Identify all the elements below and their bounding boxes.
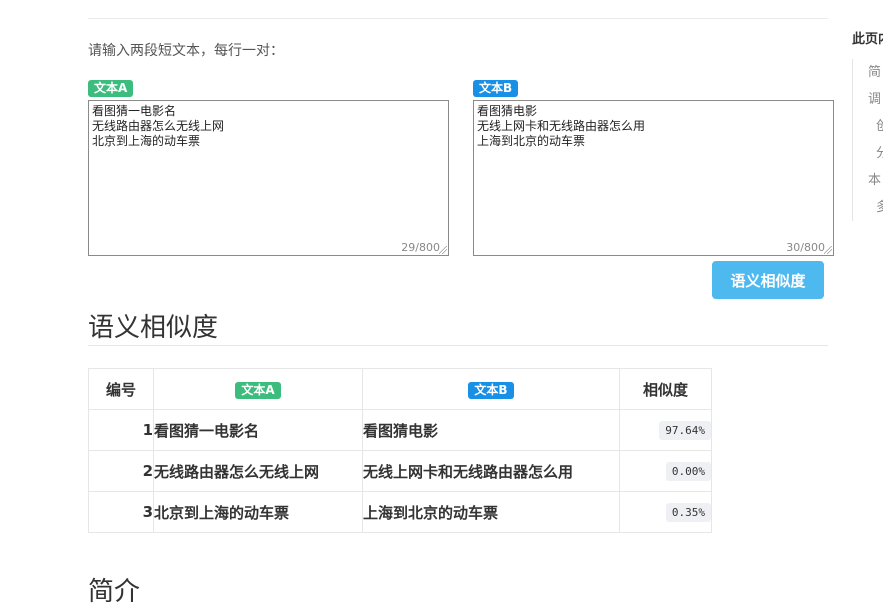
- toc-title: 此页内: [852, 32, 883, 47]
- toc-item[interactable]: 本: [853, 167, 883, 194]
- toc-item[interactable]: 简: [853, 59, 883, 86]
- top-divider: [88, 18, 828, 19]
- row-text-b: 无线上网卡和无线路由器怎么用: [362, 450, 620, 492]
- toc-item[interactable]: 调: [853, 86, 883, 113]
- table-row: 2 无线路由器怎么无线上网 无线上网卡和无线路由器怎么用 0.00%: [88, 450, 712, 492]
- row-id: 1: [88, 409, 154, 451]
- results-table: 编号 文本A 文本B 相似度 1 看图猜一电影名 看图猜电影 97.64% 2 …: [88, 368, 712, 533]
- text-a-label: 文本A: [88, 80, 134, 97]
- results-divider: [88, 345, 828, 346]
- toc-item[interactable]: 分: [853, 140, 883, 167]
- row-text-a: 北京到上海的动车票: [153, 491, 363, 533]
- header-text-b-tag: 文本B: [468, 381, 514, 399]
- row-text-b: 上海到北京的动车票: [362, 491, 620, 533]
- row-id: 2: [88, 450, 154, 492]
- header-id: 编号: [88, 368, 154, 410]
- score-badge: 0.35%: [665, 503, 711, 522]
- results-title: 语义相似度: [88, 313, 219, 343]
- header-text-b: 文本B: [362, 368, 620, 410]
- header-similarity: 相似度: [619, 368, 712, 410]
- row-id: 3: [88, 491, 154, 533]
- text-a-input[interactable]: 看图猜一电影名 无线路由器怎么无线上网 北京到上海的动车票: [89, 101, 448, 255]
- table-row: 1 看图猜一电影名 看图猜电影 97.64%: [88, 409, 712, 451]
- table-row: 3 北京到上海的动车票 上海到北京的动车票 0.35%: [88, 491, 712, 533]
- row-score-cell: 0.00%: [619, 450, 712, 492]
- row-score-cell: 0.35%: [619, 491, 712, 533]
- resize-handle-icon[interactable]: [439, 246, 447, 254]
- page-toc: 此页内 简 调 创 分 本 多: [852, 28, 883, 221]
- intro-section-title: 简介: [88, 577, 141, 607]
- text-b-label: 文本B: [473, 80, 519, 97]
- instruction-text: 请输入两段短文本，每行一对：: [88, 43, 284, 59]
- toc-item[interactable]: 多: [853, 194, 883, 221]
- toc-item[interactable]: 创: [853, 113, 883, 140]
- table-header-row: 编号 文本A 文本B 相似度: [88, 368, 712, 410]
- header-text-a-tag: 文本A: [235, 381, 281, 399]
- header-text-a: 文本A: [153, 368, 363, 410]
- text-a-field-wrapper: 看图猜一电影名 无线路由器怎么无线上网 北京到上海的动车票 29/800: [88, 100, 449, 256]
- row-text-a: 看图猜一电影名: [153, 409, 363, 451]
- text-b-field-wrapper: 看图猜电影 无线上网卡和无线路由器怎么用 上海到北京的动车票 30/800: [473, 100, 834, 256]
- text-b-input[interactable]: 看图猜电影 无线上网卡和无线路由器怎么用 上海到北京的动车票: [474, 101, 833, 255]
- score-badge: 0.00%: [665, 462, 711, 481]
- toc-list: 简 调 创 分 本 多: [852, 59, 883, 221]
- row-score-cell: 97.64%: [619, 409, 712, 451]
- similarity-button[interactable]: 语义相似度: [712, 261, 824, 299]
- score-badge: 97.64%: [659, 421, 711, 440]
- row-text-b: 看图猜电影: [362, 409, 620, 451]
- row-text-a: 无线路由器怎么无线上网: [153, 450, 363, 492]
- resize-handle-icon[interactable]: [824, 246, 832, 254]
